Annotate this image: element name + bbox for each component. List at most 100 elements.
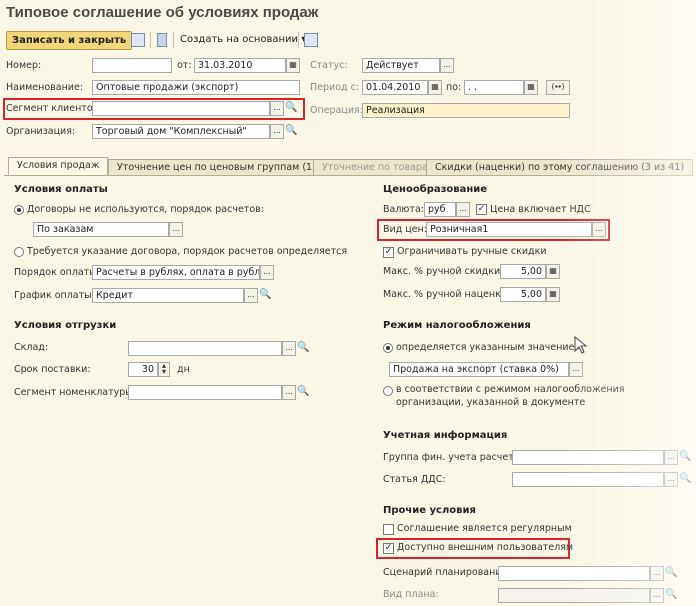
search-icon[interactable]: 🔍 <box>665 566 678 581</box>
organization-input[interactable]: Торговый дом "Комплексный" <box>92 124 270 139</box>
price-type-select-button[interactable]: ... <box>592 222 606 237</box>
payment-order-input[interactable]: Расчеты в рублях, оплата в рублях <box>92 265 260 280</box>
payment-schedule-select-button[interactable]: ... <box>244 288 258 303</box>
organization-select-button[interactable]: ... <box>270 124 284 139</box>
calendar-icon[interactable]: ▦ <box>524 80 538 95</box>
radio-contract-required[interactable] <box>14 247 24 257</box>
max-markup-input[interactable]: 5,00 <box>500 287 546 302</box>
period-to-input[interactable]: . . <box>464 80 524 95</box>
payment-order-label: Порядок оплаты: <box>14 267 100 278</box>
fin-group-input[interactable] <box>512 450 664 465</box>
search-icon[interactable]: 🔍 <box>285 101 298 116</box>
calculator-icon[interactable]: ▦ <box>546 264 560 279</box>
status-input[interactable]: Действует <box>362 58 440 73</box>
segment-input[interactable] <box>92 101 270 116</box>
planning-scenario-label: Сценарий планирования: <box>383 567 511 578</box>
dds-label: Статья ДДС: <box>383 474 446 485</box>
external-users-checkbox[interactable]: ✓ <box>383 543 394 554</box>
payment-schedule-label: График оплаты: <box>14 290 95 301</box>
delivery-term-input[interactable]: 30 <box>128 362 158 377</box>
dds-select-button[interactable]: ... <box>664 472 678 487</box>
warehouse-label: Склад: <box>14 342 49 353</box>
radio-tax-specified[interactable] <box>383 343 393 353</box>
search-icon[interactable]: 🔍 <box>297 385 310 400</box>
payment-schedule-input[interactable]: Кредит <box>92 288 244 303</box>
fin-group-label: Группа фин. учета расчетов: <box>383 452 529 463</box>
search-icon[interactable]: 🔍 <box>679 450 692 465</box>
period-select-button[interactable]: (↔) <box>546 80 570 95</box>
max-discount-input[interactable]: 5,00 <box>500 264 546 279</box>
operation-label: Операция: <box>310 105 363 116</box>
tax-mode-select-button[interactable]: ... <box>569 362 583 377</box>
currency-input[interactable]: руб <box>424 202 456 217</box>
operation-input[interactable]: Реализация <box>362 103 570 118</box>
currency-label: Валюта: <box>383 204 424 215</box>
calendar-icon[interactable]: ▦ <box>428 80 442 95</box>
window-title: Типовое соглашение об условиях продаж <box>6 4 319 21</box>
tab-discounts[interactable]: Скидки (наценки) по этому соглашению (3 … <box>426 159 694 176</box>
radio-tax-by-organization[interactable] <box>383 386 393 396</box>
tax-mode-input[interactable]: Продажа на экспорт (ставка 0%) <box>389 362 569 377</box>
nomenclature-segment-input[interactable] <box>128 385 282 400</box>
organization-label: Организация: <box>6 126 76 137</box>
save-and-close-button[interactable]: Записать и закрыть <box>6 31 133 50</box>
external-users-label: Доступно внешним пользователям <box>397 542 574 553</box>
radio-tax-by-organization-label: в соответствии с режимом налогообложения… <box>396 384 625 408</box>
plan-type-select-button[interactable]: ... <box>650 588 664 603</box>
radio-tax-specified-label: определяется указанным значением: <box>396 342 585 353</box>
tab-price-groups[interactable]: Уточнение цен по ценовым группам (1) <box>108 159 325 176</box>
payment-order-select-button[interactable]: ... <box>260 265 274 280</box>
planning-scenario-select-button[interactable]: ... <box>650 566 664 581</box>
number-input[interactable] <box>92 58 172 73</box>
search-icon[interactable]: 🔍 <box>665 588 678 603</box>
pricing-section-title: Ценообразование <box>383 184 488 195</box>
search-icon[interactable]: 🔍 <box>679 472 692 487</box>
number-label: Номер: <box>6 60 42 71</box>
warehouse-input[interactable] <box>128 341 282 356</box>
payment-section-title: Условия оплаты <box>14 184 108 195</box>
period-from-input[interactable]: 01.04.2010 <box>362 80 428 95</box>
limit-discounts-checkbox[interactable]: ✓ <box>383 247 394 258</box>
warehouse-select-button[interactable]: ... <box>282 341 296 356</box>
print-icon[interactable] <box>304 33 318 47</box>
nomenclature-segment-label: Сегмент номенклатуры: <box>14 387 137 398</box>
calculator-icon[interactable]: ▦ <box>546 287 560 302</box>
price-type-input[interactable]: Розничная1 <box>426 222 592 237</box>
planning-scenario-input[interactable] <box>498 566 650 581</box>
currency-select-button[interactable]: ... <box>456 202 470 217</box>
list-icon[interactable] <box>157 33 167 47</box>
tab-by-goods[interactable]: Уточнение по товарам <box>313 159 444 176</box>
tab-sales-conditions[interactable]: Условия продаж <box>8 157 109 176</box>
settlement-order-select-button[interactable]: ... <box>169 222 183 237</box>
limit-discounts-label: Ограничивать ручные скидки <box>397 246 547 257</box>
search-icon[interactable]: 🔍 <box>259 288 272 303</box>
toolbar-separator <box>298 32 299 48</box>
name-label: Наименование: <box>6 82 84 93</box>
search-icon[interactable]: 🔍 <box>285 124 298 139</box>
delivery-term-unit: дн <box>177 364 190 375</box>
create-based-on-button[interactable]: Создать на основании ▾ <box>180 33 306 47</box>
radio-no-contracts[interactable] <box>14 205 24 215</box>
segment-select-button[interactable]: ... <box>270 101 284 116</box>
settlement-order-input[interactable]: По заказам <box>33 222 169 237</box>
other-section-title: Прочие условия <box>383 505 476 516</box>
dds-input[interactable] <box>512 472 664 487</box>
period-to-label: по: <box>446 82 462 93</box>
nomenclature-select-button[interactable]: ... <box>282 385 296 400</box>
max-markup-label: Макс. % ручной наценки: <box>383 289 511 300</box>
delivery-term-stepper[interactable]: ▴ ▾ <box>158 362 170 377</box>
name-input[interactable]: Оптовые продажи (экспорт) <box>92 80 300 95</box>
search-icon[interactable]: 🔍 <box>297 341 310 356</box>
plan-type-input[interactable] <box>498 588 650 603</box>
vat-included-checkbox[interactable]: ✓ <box>476 204 487 215</box>
delivery-term-label: Срок поставки: <box>14 364 91 375</box>
fin-group-select-button[interactable]: ... <box>664 450 678 465</box>
save-icon[interactable] <box>131 33 145 47</box>
vat-included-label: Цена включает НДС <box>490 204 591 215</box>
plan-type-label: Вид плана: <box>383 589 439 600</box>
status-select-button[interactable]: ... <box>440 58 454 73</box>
calendar-icon[interactable]: ▦ <box>286 58 300 73</box>
date-input[interactable]: 31.03.2010 <box>194 58 286 73</box>
max-discount-label: Макс. % ручной скидки: <box>383 266 504 277</box>
regular-agreement-checkbox[interactable] <box>383 524 394 535</box>
